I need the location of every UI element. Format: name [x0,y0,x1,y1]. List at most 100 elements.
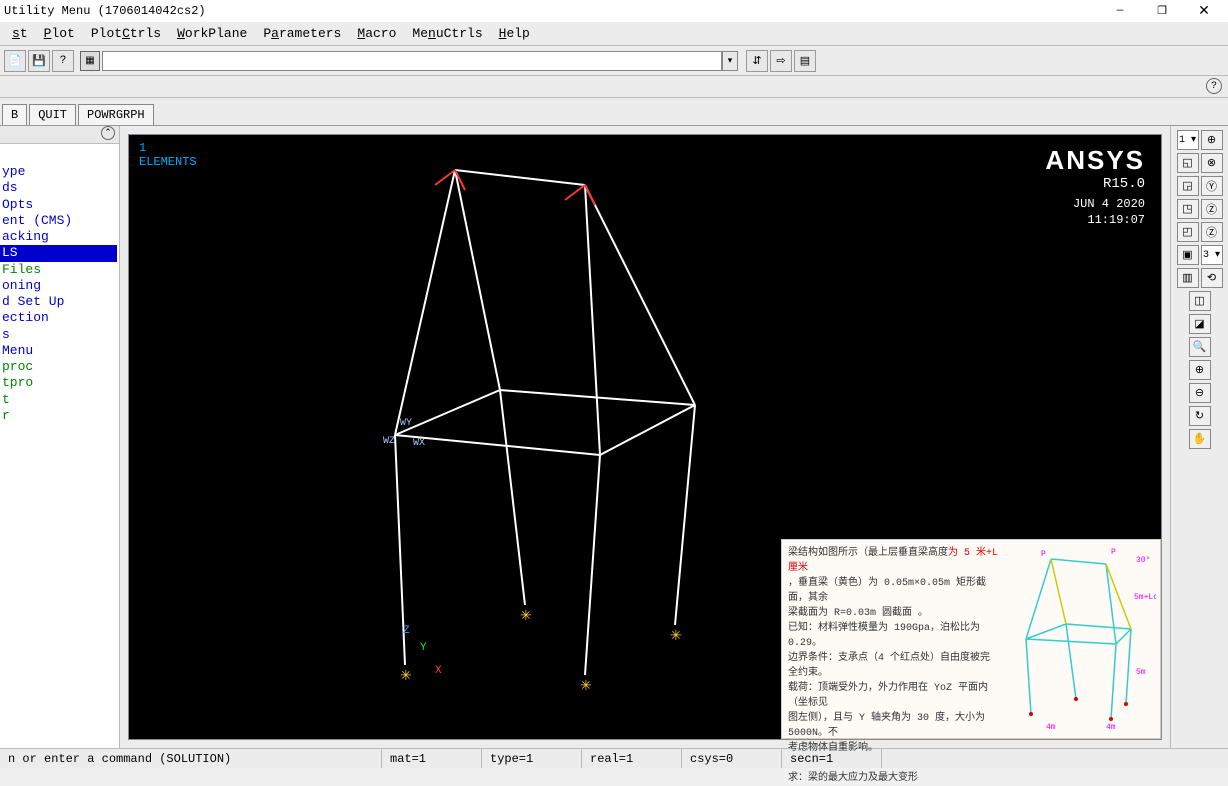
maximize-button[interactable]: ❐ [1142,1,1182,21]
tab-quit[interactable]: QUIT [29,104,76,125]
window-title: Utility Menu (1706014042cs2) [4,4,1100,18]
ov-l1a: 梁结构如图所示（最上层垂直梁高度 [788,548,948,559]
tree-item[interactable]: r [0,408,117,424]
ov-l6: 载荷：顶端受外力，外力作用在 YoZ 平面内（坐标见 [788,683,988,709]
minimize-button[interactable]: — [1100,1,1140,21]
right-toolbar: 1 ▾⊕ ◱⊗ ◲Ⓨ ◳Ⓩ ◰Ⓩ ▣3 ▾ ▥⟲ ◫ ◪ 🔍 ⊕ ⊖ ↻ ✋ [1170,126,1228,748]
right-icon[interactable]: ◳ [1177,199,1199,219]
fit-icon[interactable]: ▣ [1177,245,1199,265]
svg-text:WZ: WZ [383,436,395,447]
win-select-1[interactable]: 1 ▾ [1177,130,1199,150]
svg-text:X: X [435,665,442,677]
tree-item[interactable]: acking [0,229,117,245]
new-icon[interactable]: 📄 [4,50,26,72]
svg-text:Z: Z [403,625,410,637]
toolbar: 📄 💾 ? ▦ ▾ ⇵ ⇨ ▤ [0,46,1228,76]
svg-text:WX: WX [413,438,425,449]
svg-text:5m: 5m [1136,668,1146,677]
command-input[interactable] [102,51,722,71]
arrow-icon[interactable]: ⇨ [770,50,792,72]
rotate-icon[interactable]: ↻ [1189,406,1211,426]
tree-item[interactable]: oning [0,278,117,294]
menubar: st Plot PlotCtrls WorkPlane Parameters M… [0,22,1228,46]
window-buttons: — ❐ ✕ [1100,1,1224,21]
tab-powrgrph[interactable]: POWRGRPH [78,104,154,125]
menu-parameters[interactable]: Parameters [255,24,349,43]
y-axis-icon[interactable]: Ⓨ [1201,176,1223,196]
page-tool-icon[interactable]: ▥ [1177,268,1199,288]
tree-item[interactable]: t [0,392,117,408]
menu-menuctrls[interactable]: MenuCtrls [404,24,490,43]
tree-item[interactable]: Menu [0,343,117,359]
svg-text:P: P [1041,550,1046,559]
menu-plot[interactable]: Plot [36,24,83,43]
zoom-out-icon[interactable]: ⊖ [1189,383,1211,403]
top-icon[interactable]: ◰ [1177,222,1199,242]
svg-text:P: P [1111,548,1116,557]
tree-panel: ⌃ ypedsOptsent (CMS)ackingLSFilesoningd … [0,126,120,748]
front-icon[interactable]: ◲ [1177,176,1199,196]
tree-item[interactable]: ent (CMS) [0,213,117,229]
overlay-diagram: 30° P P 5m+Lcm 5m 4m 4m [996,544,1156,734]
status-real: real=1 [582,749,682,768]
status-csys: csys=0 [682,749,782,768]
ov-l7: 图左侧），且与 Y 轴夹角为 30 度，大小为 5000N。不 [788,713,985,739]
page-icon[interactable]: ▤ [794,50,816,72]
viewport[interactable]: 1 ELEMENTS ANSYS R15.0 JUN 4 2020 11:19:… [128,134,1162,740]
viewport-wrap: 1 ELEMENTS ANSYS R15.0 JUN 4 2020 11:19:… [120,126,1170,748]
help-icon[interactable]: ? [52,50,74,72]
iso-icon[interactable]: ◱ [1177,153,1199,173]
grid-icon[interactable]: ▦ [80,51,100,71]
z-axis2-icon[interactable]: Ⓩ [1201,222,1223,242]
menu-plotctrls[interactable]: PlotCtrls [83,24,169,43]
refresh-icon[interactable]: ⟲ [1201,268,1223,288]
ov-l2: ，垂直梁（黄色）为 0.05m×0.05m 矩形截面，其余 [788,578,986,604]
target-icon[interactable]: ⊕ [1201,130,1223,150]
spacer-row: ? [0,76,1228,98]
menu-workplane[interactable]: WorkPlane [169,24,255,43]
command-dropdown[interactable]: ▾ [722,51,738,71]
svg-text:Y: Y [420,642,427,654]
tree-item[interactable]: ds [0,180,117,196]
ov-l8: 考虑物体自重影响。 [788,743,878,754]
tree-item[interactable]: d Set Up [0,294,117,310]
tree-header: ⌃ [0,126,119,144]
updown-icon[interactable]: ⇵ [746,50,768,72]
tree-item[interactable]: ection [0,310,117,326]
z-axis-icon[interactable]: Ⓩ [1201,199,1223,219]
tree-item[interactable]: ype [0,164,117,180]
collapse-icon[interactable]: ⌃ [101,126,115,140]
close-button[interactable]: ✕ [1184,1,1224,21]
svg-text:✳: ✳ [520,609,532,625]
tab-row: B QUIT POWRGRPH [0,98,1228,126]
menu-help[interactable]: Help [491,24,538,43]
info-icon[interactable]: ? [1206,78,1222,94]
tree-item[interactable]: LS [0,245,117,261]
tree-item[interactable]: tpro [0,375,117,391]
tree-item[interactable]: s [0,327,117,343]
zoom-in-icon[interactable]: ⊕ [1189,360,1211,380]
svg-text:✳: ✳ [580,679,592,695]
zoom-icon[interactable]: 🔍 [1189,337,1211,357]
tree-item[interactable]: Opts [0,197,117,213]
ov-l9: 求：梁的最大应力及最大变形 [788,773,918,784]
tree-item[interactable]: proc [0,359,117,375]
win-select-3[interactable]: 3 ▾ [1201,245,1223,265]
cube-o-icon[interactable]: ◫ [1189,291,1211,311]
svg-text:WY: WY [400,418,412,429]
ov-l4: 已知：材料弹性模量为 190Gpa，泊松比为 0.29。 [788,623,980,649]
tree[interactable]: ypedsOptsent (CMS)ackingLSFilesoningd Se… [0,144,119,426]
menu-macro[interactable]: Macro [349,24,404,43]
titlebar: Utility Menu (1706014042cs2) — ❐ ✕ [0,0,1228,22]
tree-item[interactable]: Files [0,262,117,278]
status-type: type=1 [482,749,582,768]
tab-b[interactable]: B [2,104,27,125]
main-area: ⌃ ypedsOptsent (CMS)ackingLSFilesoningd … [0,126,1228,748]
svg-text:4m: 4m [1046,723,1056,732]
cube-o2-icon[interactable]: ◪ [1189,314,1211,334]
oblique-icon[interactable]: ⊗ [1201,153,1223,173]
pan-icon[interactable]: ✋ [1189,429,1211,449]
save-icon[interactable]: 💾 [28,50,50,72]
menu-list[interactable]: st [4,24,36,43]
problem-overlay: 梁结构如图所示（最上层垂直梁高度为 5 米+L 厘米 ，垂直梁（黄色）为 0.0… [781,539,1161,739]
